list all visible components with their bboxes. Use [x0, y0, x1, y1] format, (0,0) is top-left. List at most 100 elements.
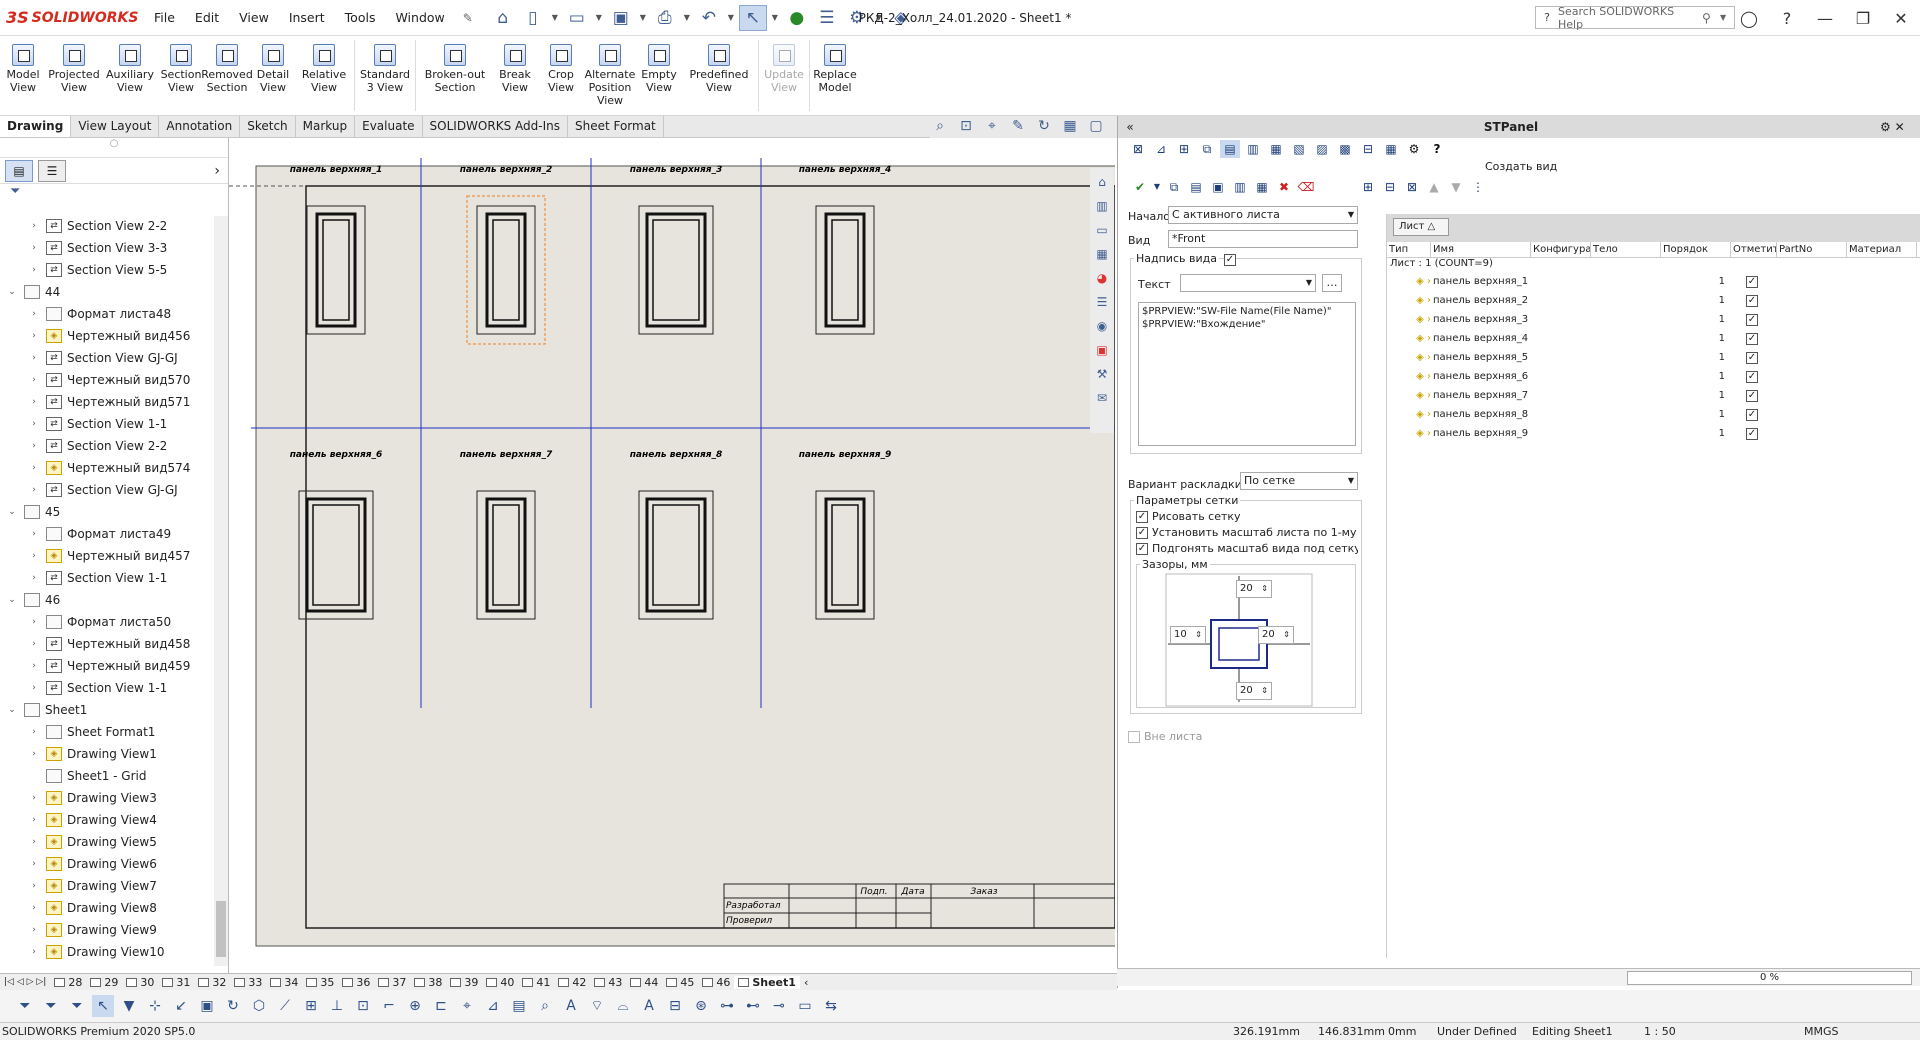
tree-node[interactable]: › ◈ Drawing View8 — [0, 897, 214, 919]
list-row[interactable]: ◈ › панель верхняя_7 1 ✓ — [1387, 386, 1920, 405]
chat-icon[interactable]: ✉ — [1092, 388, 1112, 408]
tree-node[interactable]: › Формат листа49 — [0, 523, 214, 545]
list-row[interactable]: ◈ › панель верхняя_3 1 ✓ — [1387, 310, 1920, 329]
delete-icon[interactable]: ✖ — [1274, 178, 1294, 196]
tree-node[interactable]: › ◈ Drawing View7 — [0, 875, 214, 897]
tree-node[interactable]: › ⇄ Section View 1-1 — [0, 413, 214, 435]
variant-select[interactable]: По сетке ▼ — [1240, 472, 1358, 490]
print-icon[interactable]: ⎙ — [651, 5, 679, 31]
expand-chevron-icon[interactable]: › — [28, 881, 40, 891]
tree-node[interactable]: › ⇄ Section View GJ-GJ — [0, 347, 214, 369]
expand-chevron-icon[interactable]: › — [28, 639, 40, 649]
tab-view-layout[interactable]: View Layout — [71, 116, 160, 137]
tree-node[interactable]: › ◈ Drawing View9 — [0, 919, 214, 941]
sheet-tab[interactable]: Sheet1 — [734, 975, 800, 989]
collapse-chevron-icon[interactable]: ⌄ — [6, 705, 18, 715]
view-palette-icon[interactable]: ▦ — [1092, 244, 1112, 264]
open-folder-icon[interactable]: ▭ — [563, 5, 591, 31]
status-scale[interactable]: 1 : 50 — [1644, 1023, 1676, 1040]
bottom-tool-32-icon[interactable]: ⇆ — [820, 995, 842, 1017]
move-down-icon[interactable]: ▼ — [1446, 178, 1466, 196]
tree-node[interactable]: › ◈ Drawing View6 — [0, 853, 214, 875]
design-library-icon[interactable]: ▥ — [1092, 196, 1112, 216]
help-search-box[interactable]: ? Search SOLIDWORKS Help ⚲ ▼ — [1535, 5, 1735, 31]
tree-scrollbar[interactable] — [214, 216, 228, 966]
expand-chevron-icon[interactable]: › — [28, 331, 40, 341]
expand-chevron-icon[interactable]: › — [28, 221, 40, 231]
question-icon[interactable]: ? — [1427, 140, 1447, 158]
column-header[interactable]: Материал — [1847, 242, 1917, 257]
tree-node[interactable]: ⌄ 44 — [0, 281, 214, 303]
cb-draw-grid[interactable]: ✓ Рисовать сетку — [1136, 510, 1358, 523]
expand-chevron-icon[interactable]: › — [28, 419, 40, 429]
print-dropdown-icon[interactable]: ▼ — [681, 5, 693, 31]
collapse-chevron-icon[interactable]: ⌄ — [6, 595, 18, 605]
expand-chevron-icon[interactable]: › — [28, 375, 40, 385]
expand-chevron-icon[interactable]: › — [28, 353, 40, 363]
menu-file[interactable]: File — [144, 0, 185, 36]
menu-edit[interactable]: Edit — [185, 0, 229, 36]
column-header[interactable]: Тело — [1591, 242, 1661, 257]
sheet-tab[interactable]: 45 — [662, 976, 698, 989]
expand-chevron-icon[interactable]: › — [28, 551, 40, 561]
clear-icon[interactable]: ⌫ — [1296, 178, 1316, 196]
expand-chevron-icon[interactable]: › — [28, 947, 40, 957]
tree-node[interactable]: ⌄ 45 — [0, 501, 214, 523]
bottom-tool-21-icon[interactable]: ⌕ — [534, 995, 556, 1017]
solidworks-logo[interactable]: 3S SOLIDWORKS — [6, 8, 144, 27]
tree-node[interactable]: › ⇄ Section View GJ-GJ — [0, 479, 214, 501]
ribbon-broken-out-section[interactable]: Broken-out Section — [418, 36, 492, 115]
tool-8-icon[interactable]: ▧ — [1289, 140, 1309, 158]
menu-insert[interactable]: Insert — [279, 0, 335, 36]
bottom-tool-16-icon[interactable]: ⊕ — [404, 995, 426, 1017]
rebuild-icon[interactable]: ↻ — [1034, 118, 1054, 136]
ribbon-removed-section[interactable]: Removed Section — [201, 36, 253, 115]
sheet-tab[interactable]: 37 — [374, 976, 410, 989]
row-mark-checkbox[interactable]: ✓ — [1731, 313, 1777, 326]
tree-node[interactable]: › ◈ Чертежный вид457 — [0, 545, 214, 567]
row-mark-checkbox[interactable]: ✓ — [1731, 427, 1777, 440]
sheet-tab[interactable]: 35 — [302, 976, 338, 989]
tree-node[interactable]: Sheet1 - Grid — [0, 765, 214, 787]
sheet-tab[interactable]: 31 — [158, 976, 194, 989]
row-mark-checkbox[interactable]: ✓ — [1731, 370, 1777, 383]
drawing-canvas[interactable]: панель верхняя_1 панель верхняя_2 панель в… — [229, 138, 1115, 973]
bottom-tool-3-icon[interactable]: ⏷ — [66, 995, 88, 1017]
minimize-button[interactable]: — — [1806, 9, 1844, 28]
move-up-icon[interactable]: ▲ — [1424, 178, 1444, 196]
close-button[interactable]: ✕ — [1882, 9, 1920, 28]
stpanel-addin-icon[interactable]: ▣ — [1092, 340, 1112, 360]
scrollbar-thumb[interactable] — [216, 901, 226, 957]
menu-window[interactable]: Window — [385, 0, 454, 36]
open-dropdown-icon[interactable]: ▼ — [593, 5, 605, 31]
previous-view-icon[interactable]: ⌖ — [982, 118, 1002, 136]
tool-10-icon[interactable]: ▩ — [1335, 140, 1355, 158]
bottom-tool-7-icon[interactable]: ↙ — [170, 995, 192, 1017]
row-mark-checkbox[interactable]: ✓ — [1731, 275, 1777, 288]
sheet-nav-arrows[interactable]: |◁ ◁ ▷ ▷| — [0, 977, 50, 987]
ribbon-model-view[interactable]: Model View — [0, 36, 46, 115]
select-arrow-icon[interactable]: ↖ — [738, 4, 767, 31]
bottom-tool-15-icon[interactable]: ⌐ — [378, 995, 400, 1017]
expand-chevron-icon[interactable]: › — [28, 397, 40, 407]
sheet-tab[interactable]: 39 — [446, 976, 482, 989]
expand-chevron-icon[interactable]: › — [28, 617, 40, 627]
expand-chevron-icon[interactable]: › — [28, 309, 40, 319]
tree-node[interactable]: › Sheet Format1 — [0, 721, 214, 743]
tool-5-icon[interactable]: ▤ — [1220, 140, 1240, 158]
expand-chevron-icon[interactable]: › — [28, 815, 40, 825]
tree-node[interactable]: › Формат листа48 — [0, 303, 214, 325]
tree-node[interactable]: › ◈ Чертежный вид456 — [0, 325, 214, 347]
ribbon-alternate-position[interactable]: Alternate Position View — [584, 36, 636, 115]
ribbon-update-view[interactable]: Update View — [761, 36, 807, 115]
menu-view[interactable]: View — [229, 0, 279, 36]
ribbon-empty-view[interactable]: Empty View — [636, 36, 682, 115]
expand-chevron-icon[interactable]: › — [28, 463, 40, 473]
bottom-tool-25-icon[interactable]: A — [638, 995, 660, 1017]
save-dropdown-icon[interactable]: ▼ — [637, 5, 649, 31]
bottom-tool-26-icon[interactable]: ⊟ — [664, 995, 686, 1017]
tree-node[interactable]: › ⇄ Section View 1-1 — [0, 677, 214, 699]
gap-top-input[interactable]: 20 ⇕ — [1236, 580, 1272, 598]
expand-chevron-icon[interactable]: › — [28, 837, 40, 847]
tree-node[interactable]: › ◈ Drawing View1 — [0, 743, 214, 765]
